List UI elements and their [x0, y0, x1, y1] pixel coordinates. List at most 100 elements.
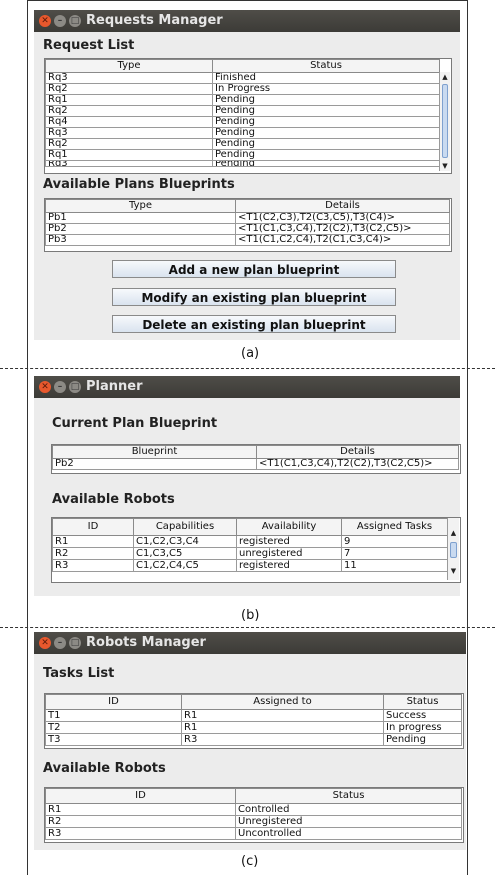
column-header-assigned-to[interactable]: Assigned to [181, 694, 384, 710]
column-header-details[interactable]: Details [235, 199, 450, 213]
divider [0, 368, 495, 369]
request-type: Rq3 [45, 127, 213, 139]
column-header-id[interactable]: ID [45, 788, 236, 804]
robots-table: ID Capabilities Availability Assigned Ta… [52, 518, 448, 572]
maximize-icon[interactable]: □ [69, 15, 81, 27]
table-row[interactable]: T1 R1 Success [45, 709, 462, 722]
table-row[interactable]: Rq4 Pending [45, 116, 440, 128]
request-type: Rq2 [45, 83, 213, 95]
column-header-status[interactable]: Status [212, 59, 440, 73]
caption-b: (b) [241, 608, 260, 623]
figure-left-border [27, 0, 28, 875]
scroll-thumb[interactable] [450, 542, 457, 558]
column-header-assigned-tasks[interactable]: Assigned Tasks [341, 518, 448, 536]
table-row[interactable]: Rq1 Pending [45, 94, 440, 106]
tasks-table: ID Assigned to Status T1 R1 Success T2 R1 In… [45, 694, 462, 746]
robot-availability: registered [236, 559, 342, 572]
table-row[interactable]: T2 R1 In progress [45, 721, 462, 734]
scroll-down-icon[interactable]: ▼ [440, 161, 450, 171]
robots-table-scrollbar[interactable]: ▲ ▼ [447, 518, 459, 580]
table-row[interactable]: Pb2 <T1(C1,C3,C4),T2(C2),T3(C2,C5)> [52, 458, 459, 470]
table-row[interactable]: Pb1 <T1(C2,C3),T2(C3,C5),T3(C4)> [45, 212, 450, 224]
request-list-scrollbar[interactable]: ▲ ▼ [439, 72, 450, 171]
robot-id: R3 [45, 827, 236, 840]
caption-a: (a) [241, 346, 260, 361]
window-title: Requests Manager [86, 13, 223, 28]
request-list-table: Type Status Rq3 Finished Rq2 In Progress R… [45, 59, 440, 167]
table-header-row: ID Status [45, 788, 462, 804]
table-row[interactable]: Pb3 <T1(C1,C2,C4),T2(C1,C3,C4)> [45, 234, 450, 246]
table-row[interactable]: Rq1 Pending [45, 149, 440, 161]
robot-capabilities: C1,C2,C4,C5 [133, 559, 237, 572]
requests-manager-titlebar: ✕ – □ Requests Manager [34, 10, 460, 32]
scroll-thumb[interactable] [442, 84, 448, 158]
scroll-up-icon[interactable]: ▲ [440, 72, 450, 82]
table-row[interactable]: T3 R3 Pending [45, 733, 462, 746]
maximize-icon[interactable]: □ [69, 637, 81, 649]
column-header-type[interactable]: Type [45, 199, 236, 213]
table-row[interactable]: R3 Uncontrolled [45, 827, 462, 840]
robot-status: Controlled [235, 803, 462, 816]
column-header-availability[interactable]: Availability [236, 518, 342, 536]
table-row[interactable]: Rq2 Pending [45, 138, 440, 150]
request-status: Pending [212, 116, 440, 128]
request-type: Rq4 [45, 116, 213, 128]
minimize-icon[interactable]: – [54, 381, 66, 393]
close-icon[interactable]: ✕ [39, 381, 51, 393]
request-type: Rq3 [45, 72, 213, 84]
request-status: In Progress [212, 83, 440, 95]
scroll-down-icon[interactable]: ▼ [448, 566, 459, 576]
modify-blueprint-button[interactable]: Modify an existing plan blueprint [112, 288, 396, 306]
close-icon[interactable]: ✕ [39, 637, 51, 649]
scroll-up-icon[interactable]: ▲ [448, 528, 459, 538]
column-header-type[interactable]: Type [45, 59, 213, 73]
add-blueprint-button[interactable]: Add a new plan blueprint [112, 260, 396, 278]
blueprint-type: Pb2 [45, 223, 236, 235]
robot-availability: registered [236, 535, 342, 548]
table-row[interactable]: Rq3 Pending [45, 127, 440, 139]
current-blueprint-table: Blueprint Details Pb2 <T1(C1,C3,C4),T2(C2… [52, 445, 459, 470]
robot-assigned-tasks: 9 [341, 535, 448, 548]
column-header-id[interactable]: ID [52, 518, 134, 536]
blueprint-type: Pb1 [45, 212, 236, 224]
blueprint-details: <T1(C1,C2,C4),T2(C1,C3,C4)> [235, 234, 450, 246]
table-header-row: Blueprint Details [52, 445, 459, 459]
column-header-status[interactable]: Status [235, 788, 462, 804]
task-status: Success [383, 709, 462, 722]
table-row[interactable]: Rq3 Pending [45, 160, 440, 167]
column-header-id[interactable]: ID [45, 694, 182, 710]
table-row[interactable]: Rq2 Pending [45, 105, 440, 117]
task-assigned-to: R1 [181, 721, 384, 734]
column-header-status[interactable]: Status [383, 694, 462, 710]
column-header-details[interactable]: Details [256, 445, 459, 459]
request-type: Rq1 [45, 94, 213, 106]
request-status: Pending [212, 127, 440, 139]
table-row[interactable]: Rq2 In Progress [45, 83, 440, 95]
minimize-icon[interactable]: – [54, 637, 66, 649]
delete-blueprint-button[interactable]: Delete an existing plan blueprint [112, 315, 396, 333]
task-id: T3 [45, 733, 182, 746]
request-status: Pending [212, 94, 440, 106]
figure-top-border [27, 0, 468, 1]
robot-id: R1 [45, 803, 236, 816]
task-id: T2 [45, 721, 182, 734]
available-robots-heading: Available Robots [43, 761, 166, 776]
table-header-row: Type Details [45, 199, 450, 213]
available-robots-heading: Available Robots [52, 492, 175, 507]
close-icon[interactable]: ✕ [39, 15, 51, 27]
robot-status: Uncontrolled [235, 827, 462, 840]
table-row[interactable]: R1 Controlled [45, 803, 462, 816]
request-status: Finished [212, 72, 440, 84]
table-row[interactable]: R3 C1,C2,C4,C5 registered 11 [52, 559, 448, 572]
table-row[interactable]: R1 C1,C2,C3,C4 registered 9 [52, 535, 448, 548]
minimize-icon[interactable]: – [54, 15, 66, 27]
table-header-row: ID Capabilities Availability Assigned Ta… [52, 518, 448, 536]
table-row[interactable]: Pb2 <T1(C1,C3,C4),T2(C2),T3(C2,C5)> [45, 223, 450, 235]
column-header-capabilities[interactable]: Capabilities [133, 518, 237, 536]
table-row[interactable]: R2 Unregistered [45, 815, 462, 828]
table-row[interactable]: R2 C1,C3,C5 unregistered 7 [52, 547, 448, 560]
table-row[interactable]: Rq3 Finished [45, 72, 440, 84]
column-header-blueprint[interactable]: Blueprint [52, 445, 257, 459]
robot-capabilities: C1,C3,C5 [133, 547, 237, 560]
maximize-icon[interactable]: □ [69, 381, 81, 393]
